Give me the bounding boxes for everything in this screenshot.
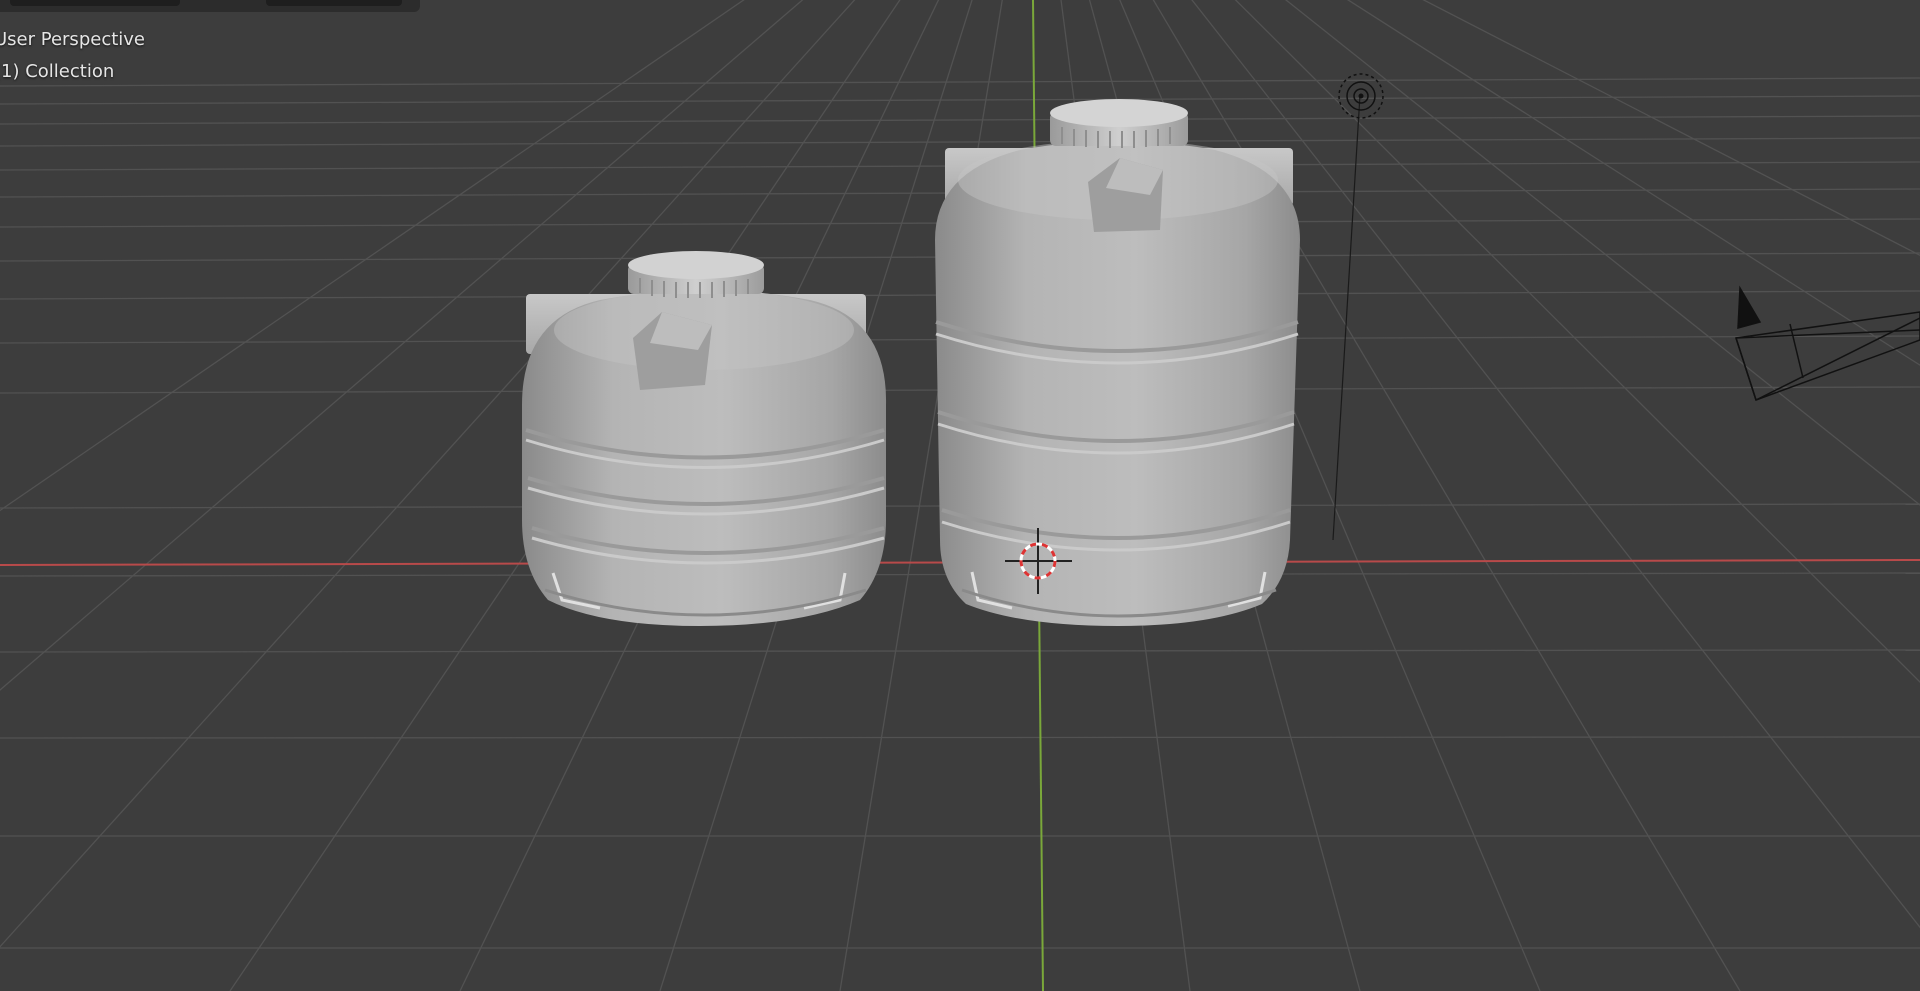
viewport-scene[interactable] xyxy=(0,0,1920,991)
header-dropdown[interactable] xyxy=(266,0,402,6)
active-collection-label: (1) Collection xyxy=(0,61,115,82)
view-perspective-label: User Perspective xyxy=(0,29,145,50)
water-tank-large[interactable] xyxy=(935,99,1300,626)
3d-viewport[interactable]: User Perspective (1) Collection xyxy=(0,0,1920,991)
camera-object[interactable] xyxy=(1735,285,1920,401)
viewport-header xyxy=(0,0,420,12)
water-tank-small[interactable] xyxy=(522,251,887,626)
header-dropdown[interactable] xyxy=(10,0,180,6)
light-object[interactable] xyxy=(1332,73,1384,541)
